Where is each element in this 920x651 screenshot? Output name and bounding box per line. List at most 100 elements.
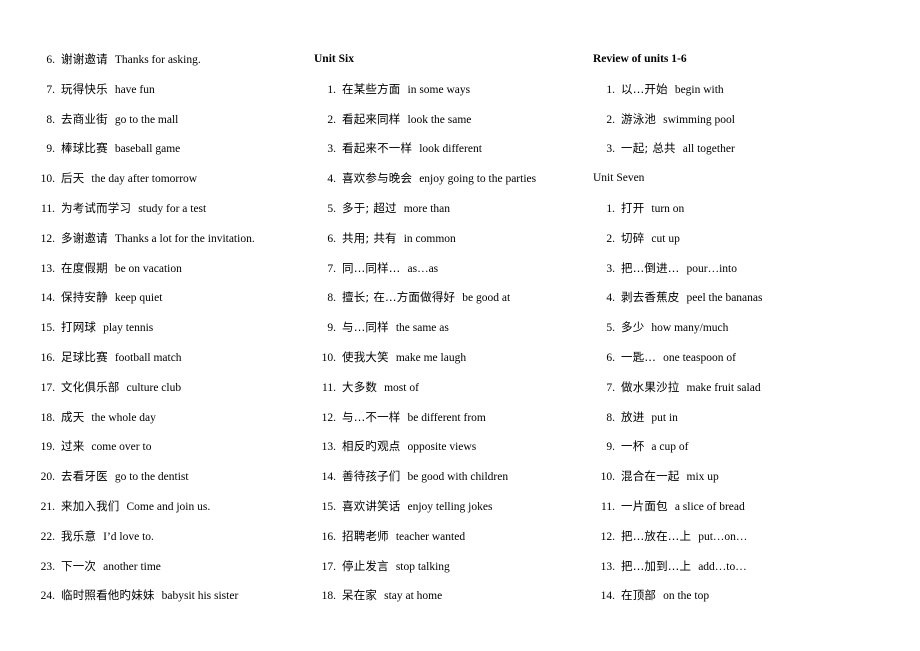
vocab-entry: 5. 多于; 超过 more than: [314, 194, 580, 224]
entry-english-term: Come and join us.: [126, 500, 211, 513]
vocab-entry: 8. 去商业街 go to the mall: [33, 105, 303, 135]
vocabulary-columns: 6. 谢谢邀请 Thanks for asking. 7. 玩得快乐 have fun 8.…: [0, 45, 920, 611]
entry-number: 1.: [327, 83, 336, 96]
entry-english-term: go to the mall: [114, 113, 179, 126]
entry-english-term: another time: [103, 560, 161, 573]
entry-chinese-term: 下一次: [61, 558, 97, 573]
vocab-entry: 9. 一杯 a cup of: [593, 432, 920, 462]
entry-number: 5.: [327, 202, 336, 215]
entry-number: 17.: [321, 560, 336, 573]
vocab-entry: 9. 与…同样 the same as: [314, 313, 580, 343]
vocab-entry: 11. 一片面包 a slice of bread: [593, 492, 920, 522]
entry-chinese-term: 相反旳观点: [342, 439, 401, 454]
entry-chinese-term: 在某些方面: [342, 81, 401, 96]
entry-chinese-term: 后天: [61, 171, 85, 186]
entry-chinese-term: 多谢邀请: [61, 230, 108, 245]
entry-number: 3.: [606, 262, 615, 275]
entry-number: 11.: [601, 500, 615, 513]
entry-english-term: keep quiet: [114, 292, 163, 305]
entry-number: 8.: [327, 292, 336, 305]
entry-chinese-term: 把…放在…上: [621, 528, 692, 543]
entry-english-term: most of: [384, 381, 419, 394]
entry-chinese-term: 在度假期: [61, 260, 108, 275]
entry-english-term: enjoy telling jokes: [407, 500, 493, 513]
entry-chinese-term: 为考试而学习: [61, 200, 132, 215]
vocab-entry: 10. 混合在一起 mix up: [593, 462, 920, 492]
vocab-entry: 1. 打开 turn on: [593, 194, 920, 224]
entry-english-term: begin with: [674, 83, 724, 96]
entry-english-term: in some ways: [407, 83, 471, 96]
entry-chinese-term: 棒球比赛: [61, 141, 108, 156]
vocab-entry: 3. 看起来不一样 look different: [314, 134, 580, 164]
entry-english-term: be good with children: [407, 471, 509, 484]
vocab-entry: 11. 为考试而学习 study for a test: [33, 194, 303, 224]
entry-english-term: a slice of bread: [674, 500, 745, 513]
entry-english-term: stay at home: [384, 590, 443, 603]
entry-english-term: turn on: [651, 202, 685, 215]
entry-chinese-term: 把…倒进…: [621, 260, 680, 275]
entry-english-term: be on vacation: [114, 262, 182, 275]
entry-number: 1.: [606, 83, 615, 96]
column-heading: Unit Six: [314, 53, 354, 65]
entry-english-term: go to the dentist: [114, 471, 189, 484]
vocab-entry: 22. 我乐意 I’d love to.: [33, 522, 303, 552]
vocab-entry: 2. 游泳池 swimming pool: [593, 105, 920, 135]
entry-number: 6.: [46, 54, 55, 66]
entry-number: 18.: [321, 590, 336, 603]
column-right: Review of units 1-6 1. 以…开始 begin with 2. 游泳池…: [580, 45, 920, 611]
entry-number: 15.: [321, 500, 336, 513]
vocab-entry: 14. 善待孩子们 be good with children: [314, 462, 580, 492]
entry-english-term: a cup of: [651, 441, 689, 454]
entry-english-term: as…as: [407, 262, 439, 275]
entry-chinese-term: 看起来不一样: [342, 141, 413, 156]
entry-number: 1.: [606, 202, 615, 215]
entry-number: 2.: [606, 113, 615, 126]
vocab-entry: 10. 后天 the day after tomorrow: [33, 164, 303, 194]
entry-number: 10.: [321, 351, 336, 364]
entry-number: 14.: [600, 590, 615, 603]
vocab-entry: 7. 做水果沙拉 make fruit salad: [593, 373, 920, 403]
vocab-entry: 15. 打网球 play tennis: [33, 313, 303, 343]
entry-number: 17.: [40, 381, 55, 394]
entry-chinese-term: 与…不一样: [342, 409, 401, 424]
entry-number: 9.: [606, 441, 615, 454]
entry-english-term: add…to…: [698, 560, 747, 573]
entry-number: 13.: [40, 262, 55, 275]
entry-english-term: in common: [403, 232, 456, 245]
vocab-entry: 13. 把…加到…上 add…to…: [593, 552, 920, 582]
entry-chinese-term: 过来: [61, 439, 85, 454]
entry-chinese-term: 成天: [61, 409, 85, 424]
entry-number: 14.: [40, 292, 55, 305]
vocab-entry: 16. 足球比赛 football match: [33, 343, 303, 373]
entry-chinese-term: 剥去香蕉皮: [621, 290, 680, 305]
entry-chinese-term: 使我大笑: [342, 349, 389, 364]
entry-number: 13.: [600, 560, 615, 573]
vocab-entry: 5. 多少 how many/much: [593, 313, 920, 343]
vocab-entry: 16. 招聘老师 teacher wanted: [314, 522, 580, 552]
entry-chinese-term: 与…同样: [342, 320, 389, 335]
entry-number: 13.: [321, 441, 336, 454]
vocab-entry: 17. 文化俱乐部 culture club: [33, 373, 303, 403]
entry-english-term: pour…into: [686, 262, 737, 275]
column-middle: Unit Six 1. 在某些方面 in some ways 2. 看起来同样 look t…: [303, 45, 580, 611]
entry-english-term: the same as: [395, 322, 449, 335]
vocab-entry: 6. 共用; 共有 in common: [314, 224, 580, 254]
entry-number: 9.: [46, 143, 55, 156]
entry-number: 22.: [40, 530, 55, 543]
vocab-entry: 13. 在度假期 be on vacation: [33, 254, 303, 284]
vocab-entry: 17. 停止发言 stop talking: [314, 552, 580, 582]
entry-english-term: Thanks a lot for the invitation.: [114, 232, 255, 245]
entry-english-term: cut up: [651, 232, 680, 245]
vocab-entry: 1. 在某些方面 in some ways: [314, 75, 580, 105]
entry-chinese-term: 足球比赛: [61, 349, 108, 364]
entry-number: 6.: [327, 232, 336, 245]
entry-english-term: look different: [419, 143, 482, 156]
entry-number: 23.: [40, 560, 55, 573]
entry-chinese-term: 一杯: [621, 439, 645, 454]
vocab-entry: 18. 成天 the whole day: [33, 403, 303, 433]
entry-english-term: Thanks for asking.: [114, 54, 201, 66]
entry-chinese-term: 一起; 总共: [621, 141, 676, 156]
entry-english-term: mix up: [686, 471, 719, 484]
entry-english-term: play tennis: [103, 322, 154, 335]
entry-number: 10.: [40, 173, 55, 186]
